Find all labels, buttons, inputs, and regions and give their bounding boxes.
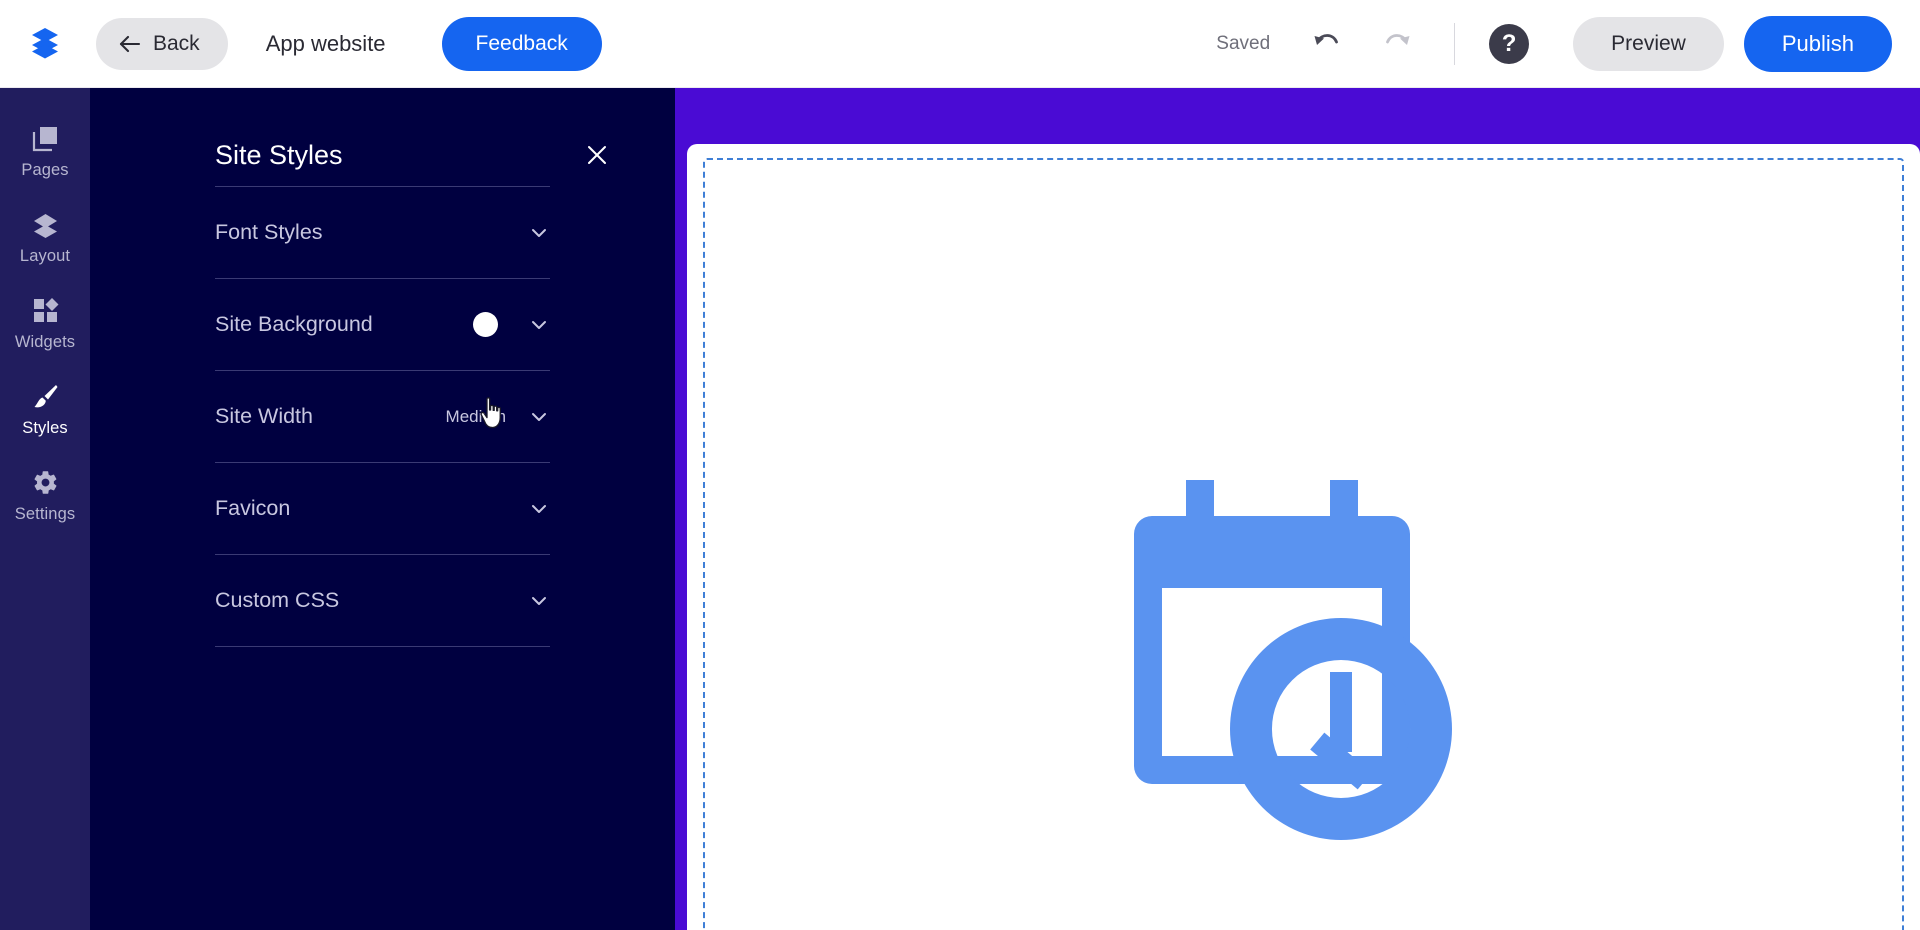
sidebar-item-label: Styles [22, 419, 68, 437]
arrow-left-icon [118, 34, 142, 54]
widgets-icon [32, 297, 59, 324]
editor-body: Pages Layout Widgets Styles Settings Sit… [0, 88, 1920, 930]
toolbar-left-group: Back App website Feedback [14, 16, 602, 71]
feedback-button[interactable]: Feedback [441, 16, 602, 71]
style-row-label: Site Background [215, 312, 373, 336]
site-styles-editor: Back App website Feedback Saved ? Previe… [0, 0, 1920, 930]
toolbar-divider [1454, 22, 1456, 65]
page-title: Site Styles [215, 139, 343, 170]
sidebar-item-label: Pages [21, 161, 69, 179]
undo-icon [1311, 28, 1343, 59]
brush-icon [32, 383, 59, 410]
site-title: App website [265, 30, 386, 56]
color-swatch[interactable] [473, 312, 498, 337]
chevron-down-icon [528, 498, 550, 520]
sidebar-item-layout[interactable]: Layout [0, 194, 90, 280]
style-row-font-styles[interactable]: Font Styles [215, 187, 550, 278]
chevron-down-icon [528, 314, 550, 336]
style-row-label: Site Width [215, 404, 313, 428]
pages-icon [32, 125, 59, 152]
style-options-list: Font Styles Site Background Site Width M… [120, 186, 645, 647]
help-button[interactable]: ? [1489, 23, 1530, 64]
style-row-site-background[interactable]: Site Background [215, 279, 550, 370]
redo-icon [1381, 28, 1413, 59]
publish-button[interactable]: Publish [1743, 15, 1892, 72]
back-button-label: Back [153, 31, 200, 55]
chevron-down-icon [528, 406, 550, 428]
style-row-site-width[interactable]: Site Width Medium [215, 371, 550, 462]
preview-button[interactable]: Preview [1573, 16, 1724, 71]
site-width-value: Medium [445, 406, 506, 426]
style-row-label: Font Styles [215, 220, 323, 244]
gear-icon [32, 469, 59, 496]
save-status: Saved [1216, 32, 1271, 54]
app-logo[interactable] [14, 23, 76, 64]
style-row-favicon[interactable]: Favicon [215, 463, 550, 554]
calendar-clock-icon[interactable] [1133, 480, 1474, 840]
question-mark-icon: ? [1501, 29, 1517, 57]
close-icon [585, 146, 609, 170]
panel-header: Site Styles [120, 88, 645, 186]
sidebar-item-styles[interactable]: Styles [0, 366, 90, 452]
sidebar-item-label: Settings [14, 505, 76, 523]
sidebar-item-settings[interactable]: Settings [0, 452, 90, 538]
layout-icon [32, 211, 59, 238]
style-row-label: Favicon [215, 496, 291, 520]
left-nav-rail: Pages Layout Widgets Styles Settings [0, 88, 90, 930]
toolbar-right-group: Saved ? Preview Publish [1216, 15, 1892, 72]
style-row-custom-css[interactable]: Custom CSS [215, 555, 550, 646]
divider [215, 646, 550, 647]
sidebar-item-widgets[interactable]: Widgets [0, 280, 90, 366]
back-button[interactable]: Back [96, 17, 228, 70]
site-styles-panel: Site Styles Font Styles Site Background … [90, 88, 675, 930]
chevron-down-icon [528, 590, 550, 612]
sidebar-item-label: Widgets [14, 333, 76, 351]
close-panel-button[interactable] [581, 139, 613, 171]
top-toolbar: Back App website Feedback Saved ? Previe… [0, 0, 1920, 88]
style-row-label: Custom CSS [215, 588, 340, 612]
site-canvas[interactable] [687, 144, 1920, 930]
redo-button[interactable] [1374, 21, 1420, 67]
layers-logo-icon [27, 23, 63, 64]
sidebar-item-label: Layout [19, 247, 71, 265]
sidebar-item-pages[interactable]: Pages [0, 108, 90, 194]
undo-button[interactable] [1304, 21, 1350, 67]
editor-stage [675, 88, 1920, 930]
chevron-down-icon [528, 222, 550, 244]
